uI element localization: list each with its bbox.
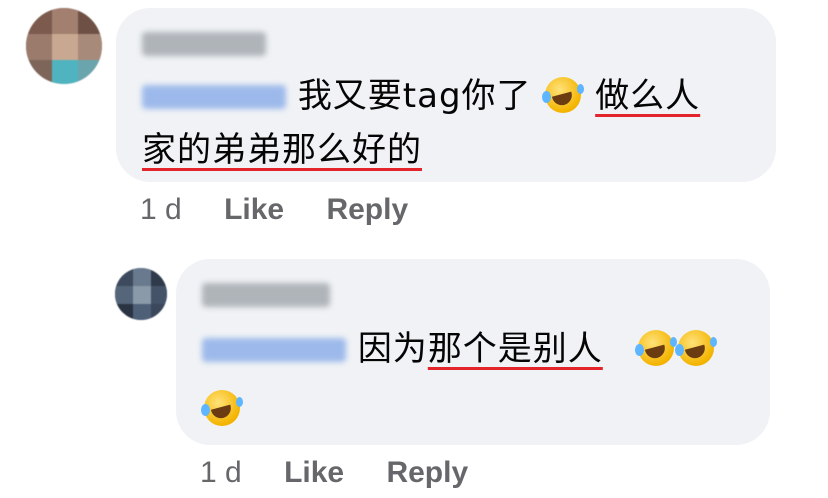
comment-meta: 1 d Like Reply: [140, 193, 408, 227]
comment-text: 我又要tag你了: [297, 76, 532, 116]
avatar[interactable]: [26, 8, 102, 84]
comment-text: 因为: [357, 329, 428, 369]
tagged-user[interactable]: [202, 338, 346, 362]
comment-text-line-1: 因为那个是别人: [202, 327, 716, 371]
reply-button[interactable]: Reply: [386, 456, 468, 489]
rolling-on-floor-laughing-emoji-icon: [201, 390, 240, 426]
comment-author-name[interactable]: [142, 32, 266, 56]
comment-bubble: 我又要tag你了 做么人 家的弟弟那么好的: [116, 8, 776, 182]
comment-text-underlined: 做么人: [595, 76, 701, 116]
like-button[interactable]: Like: [224, 193, 284, 226]
reply-button[interactable]: Reply: [326, 193, 408, 226]
comment-text-underlined: 那个是别人: [427, 329, 603, 369]
comment-text-line-1: 我又要tag你了 做么人: [142, 74, 700, 118]
comment-meta: 1 d Like Reply: [200, 456, 468, 490]
rolling-on-floor-laughing-emoji-icon: [675, 330, 715, 366]
tagged-user[interactable]: [142, 85, 286, 109]
comment-text-line-2: [201, 387, 242, 431]
avatar[interactable]: [115, 268, 167, 320]
comment-timestamp[interactable]: 1 d: [200, 456, 242, 489]
comment-bubble: 因为那个是别人: [176, 259, 770, 445]
comment-text-underlined: 家的弟弟那么好的: [142, 130, 422, 170]
like-button[interactable]: Like: [284, 456, 344, 489]
comment-timestamp[interactable]: 1 d: [140, 193, 182, 226]
rolling-on-floor-laughing-emoji-icon: [635, 330, 675, 366]
comment-text-line-2: 家的弟弟那么好的: [142, 128, 422, 172]
rolling-on-floor-laughing-emoji-icon: [542, 77, 582, 113]
comment-author-name[interactable]: [202, 283, 330, 307]
